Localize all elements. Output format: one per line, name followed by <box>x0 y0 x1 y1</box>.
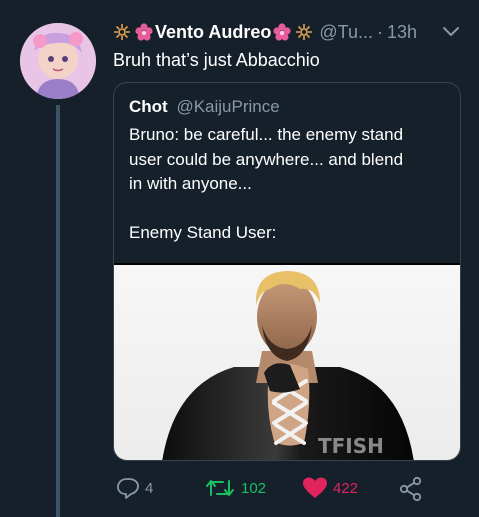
quoted-line: Bruno: be careful... the enemy stand <box>129 125 404 144</box>
share-button[interactable] <box>398 476 424 502</box>
reply-button[interactable]: 4 <box>115 476 153 500</box>
photo-person-latex: TFISH <box>162 271 414 460</box>
tweet-header: Vento Audreo @Tu... · 13h <box>113 18 417 46</box>
timestamp[interactable]: 13h <box>387 22 417 43</box>
quoted-line: in with anyone... <box>129 174 252 193</box>
quoted-blank-line <box>129 197 451 222</box>
quoted-line: Enemy Stand User: <box>129 223 277 242</box>
retweet-count: 102 <box>241 479 267 497</box>
reply-icon <box>117 478 139 499</box>
cherry-blossom-icon <box>273 23 291 41</box>
quoted-tweet[interactable]: Chot @KaijuPrince Bruno: be careful... t… <box>113 82 461 461</box>
display-name[interactable]: Vento Audreo <box>155 22 271 43</box>
quoted-display-name[interactable]: Chot <box>129 97 168 116</box>
retweet-button[interactable]: 102 <box>203 476 266 500</box>
quoted-tweet-text: Bruno: be careful... the enemy stand use… <box>129 123 451 246</box>
separator-dot: · <box>376 21 383 42</box>
share-icon <box>399 476 422 502</box>
flower-emoji-icon <box>114 24 130 40</box>
tweet-actions: 4 102 422 <box>113 476 453 504</box>
quoted-line: user could be anywhere... and blend <box>129 149 404 169</box>
like-count: 422 <box>333 479 359 497</box>
avatar[interactable] <box>20 23 96 99</box>
thread-line <box>56 105 60 517</box>
quoted-handle[interactable]: @KaijuPrince <box>176 97 279 116</box>
retweet-icon <box>206 480 234 496</box>
cherry-blossom-icon <box>135 23 153 41</box>
reply-count: 4 <box>145 479 154 497</box>
tweet-text: Bruh that’s just Abbacchio <box>113 50 320 70</box>
avatar-image <box>20 23 96 99</box>
chevron-down-icon[interactable] <box>441 24 461 40</box>
user-handle[interactable]: @Tu... <box>319 22 373 43</box>
flower-emoji-icon <box>296 24 313 40</box>
like-button[interactable]: 422 <box>301 476 358 500</box>
quoted-tweet-header: Chot @KaijuPrince <box>129 97 280 117</box>
image-watermark: TFISH <box>318 434 384 458</box>
quoted-media-image[interactable]: TFISH <box>114 263 460 460</box>
heart-icon <box>303 477 327 498</box>
